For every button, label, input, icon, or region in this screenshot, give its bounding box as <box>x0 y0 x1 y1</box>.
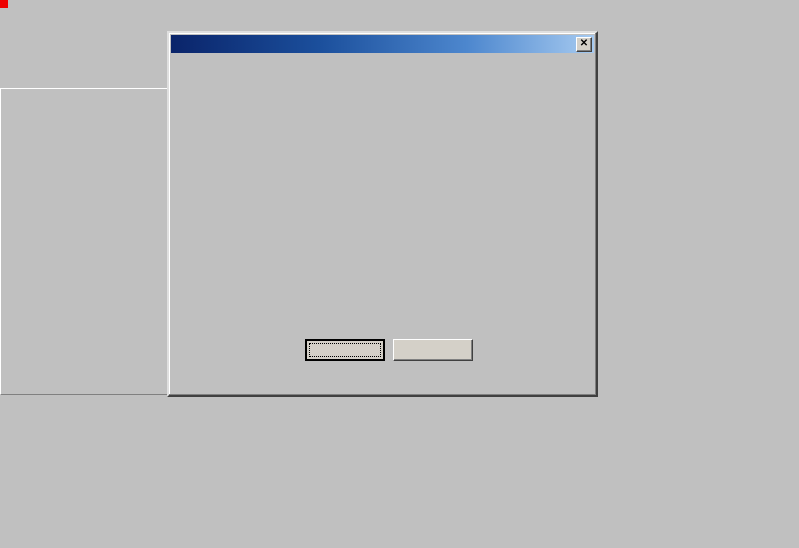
risk-factors-panel <box>0 88 171 395</box>
nutrition-labs-dialog: ✕ <box>167 31 598 397</box>
close-icon[interactable]: ✕ <box>576 36 592 52</box>
dialog-titlebar[interactable]: ✕ <box>171 35 594 53</box>
ok-button[interactable] <box>305 339 385 361</box>
cancel-button[interactable] <box>393 339 473 361</box>
laboratory-dates-highlight <box>0 0 8 8</box>
ok-button-label <box>309 343 381 357</box>
